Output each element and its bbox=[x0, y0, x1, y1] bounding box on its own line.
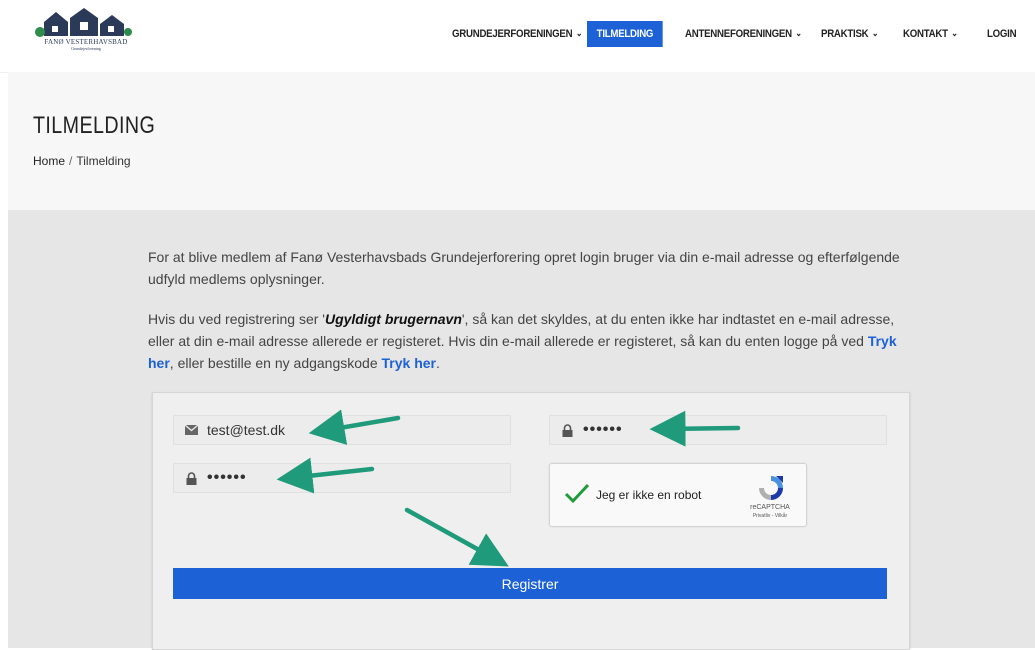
breadcrumb: Home / Tilmelding bbox=[33, 154, 131, 168]
checkmark-icon[interactable] bbox=[564, 482, 590, 504]
password-field[interactable]: •••••• bbox=[549, 415, 887, 445]
recaptcha-logo-icon bbox=[759, 476, 783, 500]
logo-subtitle: Grundejerforening bbox=[71, 46, 101, 51]
nav-item-praktisk[interactable]: PRAKTISK ⌄ bbox=[821, 21, 879, 47]
nav-label: TILMELDING bbox=[596, 28, 654, 40]
nav-item-kontakt[interactable]: KONTAKT ⌄ bbox=[903, 21, 958, 47]
confirm-password-field[interactable]: •••••• bbox=[173, 463, 511, 493]
page-title-section bbox=[8, 72, 1035, 210]
info-paragraph: Hvis du ved registrering ser 'Ugyldigt b… bbox=[148, 308, 908, 374]
password-value: •••••• bbox=[583, 421, 623, 438]
nav-item-login[interactable]: LOGIN bbox=[987, 21, 1017, 47]
nav-label: LOGIN bbox=[987, 28, 1017, 40]
reset-password-link[interactable]: Tryk her bbox=[382, 355, 436, 371]
captcha-label: Jeg er ikke en robot bbox=[596, 488, 702, 502]
email-field[interactable]: test@test.dk bbox=[173, 415, 511, 445]
recaptcha-widget: Jeg er ikke en robot reCAPTCHA Privatliv… bbox=[549, 463, 807, 527]
nav-label: GRUNDEJERFORENINGEN bbox=[452, 28, 573, 40]
captcha-links[interactable]: Privatliv - Vilkår bbox=[740, 513, 800, 519]
logo-title: FANØ VESTERHAVSBAD bbox=[44, 38, 128, 46]
chevron-down-icon: ⌄ bbox=[795, 28, 802, 38]
chevron-down-icon: ⌄ bbox=[575, 28, 583, 38]
envelope-icon bbox=[184, 423, 198, 437]
breadcrumb-current: Tilmelding bbox=[76, 154, 131, 168]
captcha-brand: reCAPTCHA bbox=[750, 504, 790, 511]
site-header: FANØ VESTERHAVSBAD Grundejerforening GRU… bbox=[0, 0, 1035, 73]
nav-label: KONTAKT bbox=[903, 28, 948, 40]
info-text: . bbox=[435, 355, 440, 371]
page-title: TILMELDING bbox=[33, 112, 156, 139]
nav-item-tilmelding[interactable]: TILMELDING bbox=[587, 21, 663, 47]
nav-label: PRAKTISK bbox=[821, 28, 869, 40]
nav-label: ANTENNEFORENINGEN bbox=[685, 28, 792, 40]
site-logo[interactable]: FANØ VESTERHAVSBAD Grundejerforening bbox=[22, 8, 150, 56]
register-button[interactable]: Registrer bbox=[173, 568, 887, 599]
houses-logo-icon bbox=[35, 8, 132, 37]
email-value: test@test.dk bbox=[207, 422, 286, 438]
breadcrumb-home-link[interactable]: Home bbox=[33, 154, 65, 168]
invalid-username-text: Ugyldigt brugernavn bbox=[324, 311, 462, 327]
chevron-down-icon: ⌄ bbox=[951, 28, 958, 38]
lock-icon bbox=[184, 471, 198, 485]
chevron-down-icon: ⌄ bbox=[871, 28, 879, 38]
nav-item-grundejerforeningen[interactable]: GRUNDEJERFORENINGEN ⌄ bbox=[452, 21, 582, 47]
intro-paragraph: For at blive medlem af Fanø Vesterhavsba… bbox=[148, 249, 900, 287]
confirm-password-value: •••••• bbox=[207, 469, 247, 486]
nav-item-antenneforeningen[interactable]: ANTENNEFORENINGEN ⌄ bbox=[685, 21, 802, 47]
info-text: Hvis du ved registrering ser ' bbox=[148, 311, 325, 327]
lock-icon bbox=[560, 423, 574, 437]
info-text: , eller bestille en ny adgangskode bbox=[169, 355, 382, 371]
breadcrumb-separator: / bbox=[69, 154, 73, 168]
